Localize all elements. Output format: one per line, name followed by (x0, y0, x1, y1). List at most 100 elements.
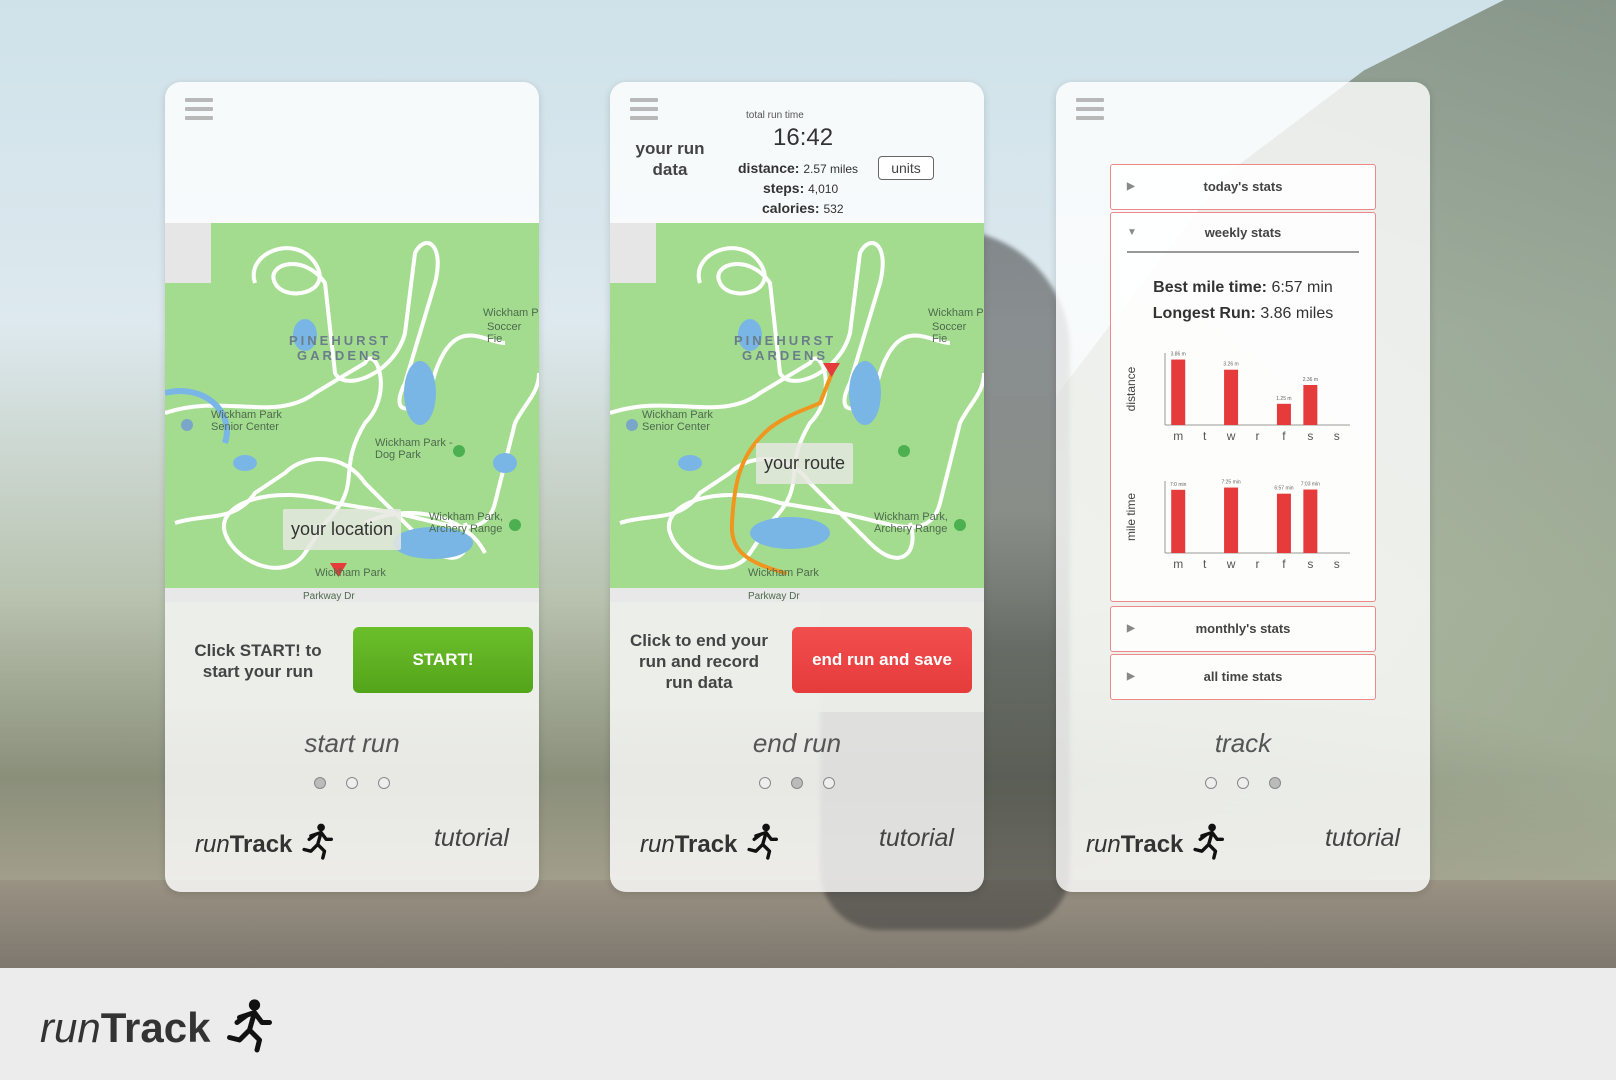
x-tick-label: s (1334, 557, 1340, 571)
phone-end-run: your run data total run time 16:42 dista… (610, 82, 984, 892)
expand-arrow-icon: ▶ (1127, 623, 1135, 634)
page-dot[interactable] (791, 777, 803, 789)
chart-bar (1224, 369, 1239, 425)
runner-icon (302, 823, 334, 860)
start-button[interactable]: START! (353, 627, 533, 693)
map-label-dog-park: Wickham Park - Dog Park (375, 437, 453, 461)
tutorial-link[interactable]: tutorial (879, 824, 954, 853)
x-tick-label: f (1282, 429, 1286, 443)
bar-data-label: 7:0 min (1170, 482, 1187, 488)
map-bubble-your-route: your route (756, 443, 854, 484)
section-title: monthly's stats (1195, 621, 1291, 636)
x-tick-label: w (1226, 429, 1236, 443)
map-label-archery-range: Wickham Park, Archery Range (874, 511, 948, 535)
map-label-parkway-dr: Parkway Dr (748, 591, 800, 602)
accordion-all-time-stats[interactable]: ▶ all time stats (1110, 654, 1376, 700)
section-title: today's stats (1203, 179, 1283, 194)
bar-data-label: 6:57 min (1274, 486, 1293, 492)
accordion-monthly-stats[interactable]: ▶ monthly's stats (1110, 606, 1376, 652)
x-tick-label: t (1203, 557, 1207, 571)
y-axis-label: distance (1125, 366, 1138, 411)
map-view[interactable]: PINEHURST GARDENS Wickham Park Senior Cen… (165, 223, 539, 603)
chart-bar (1171, 489, 1186, 553)
screen-caption: track (1214, 728, 1272, 758)
brand-logo: runTrack (195, 822, 334, 860)
screen-caption: start run (304, 728, 400, 758)
section-title: weekly stats (1204, 225, 1282, 240)
distance-chart: distance 3.86 m m t 3.26 m w r 1.25 m f 2.36 m s s (1125, 352, 1350, 443)
phone-track: ▶ today's stats ▼ weekly stats Best mile t… (1056, 82, 1430, 892)
bar-data-label: 7:25 min (1221, 480, 1240, 486)
x-tick-label: s (1307, 557, 1313, 571)
x-tick-label: r (1256, 429, 1260, 443)
map-label-soccer: Soccer Fie (487, 321, 522, 345)
accordion-today-stats[interactable]: ▶ today's stats (1110, 164, 1376, 210)
tutorial-link[interactable]: tutorial (434, 824, 509, 853)
runner-icon (1193, 823, 1225, 860)
runner-icon (747, 823, 779, 860)
accordion-weekly-stats[interactable]: ▼ weekly stats Best mile time: 6:57 min L… (1110, 212, 1376, 602)
expand-arrow-icon: ▶ (1127, 181, 1135, 192)
bar-data-label: 7:03 min (1301, 482, 1320, 488)
page-dot[interactable] (378, 777, 390, 789)
page-dot[interactable] (1269, 777, 1281, 789)
park-name: PINEHURST GARDENS (734, 333, 837, 363)
calories-metric: calories: 532 (762, 200, 844, 216)
map-bubble-your-location: your location (283, 509, 402, 550)
map-label-senior-center: Wickham Park Senior Center (211, 409, 282, 433)
menu-icon[interactable] (630, 98, 658, 124)
map-label-senior-center: Wickham Park Senior Center (642, 409, 713, 433)
tutorial-link[interactable]: tutorial (1325, 824, 1400, 853)
mile-time-chart: mile time 7:0 min m t 7:25 min w r 6:57 min f 7:0… (1125, 480, 1350, 571)
page-indicator (1056, 776, 1430, 794)
x-tick-label: t (1203, 429, 1207, 443)
collapse-arrow-icon: ▼ (1127, 227, 1137, 238)
end-instruction: Click to end your run and record run dat… (630, 631, 768, 692)
total-run-time-label: total run time (746, 110, 804, 121)
page-dot[interactable] (1205, 777, 1217, 789)
chart-bar (1276, 493, 1291, 553)
map-label-parkway-dr: Parkway Dr (303, 591, 355, 602)
y-axis-label: mile time (1125, 493, 1138, 541)
park-name: PINEHURST GARDENS (289, 333, 392, 363)
bar-data-label: 2.36 m (1303, 377, 1318, 383)
menu-icon[interactable] (1076, 98, 1104, 124)
page-dot[interactable] (759, 777, 771, 789)
longest-run-stat: Longest Run: 3.86 miles (1152, 305, 1334, 322)
bar-data-label: 3.86 m (1171, 352, 1186, 358)
brand-logo: runTrack (640, 822, 779, 860)
bar-data-label: 3.26 m (1223, 362, 1238, 368)
phone-start-run: PINEHURST GARDENS Wickham Park Senior Cen… (165, 82, 539, 892)
chart-bar (1171, 359, 1186, 425)
map-label-wickham-park: Wickham Park (315, 567, 386, 579)
page-indicator (610, 776, 984, 794)
screen-caption: end run (752, 728, 842, 758)
x-tick-label: s (1334, 429, 1340, 443)
distance-metric: distance: 2.57 miles (738, 160, 859, 176)
map-label-archery-range: Wickham Park, Archery Range (429, 511, 503, 535)
menu-icon[interactable] (185, 98, 213, 124)
x-tick-label: r (1256, 557, 1260, 571)
page-dot[interactable] (314, 777, 326, 789)
x-tick-label: f (1282, 557, 1286, 571)
background-road (0, 880, 1616, 970)
expand-arrow-icon: ▶ (1127, 671, 1135, 682)
section-title: all time stats (1203, 669, 1283, 684)
map-view[interactable]: PINEHURST GARDENS Wickham Park Senior Cen… (610, 223, 984, 603)
steps-metric: steps: 4,010 (763, 180, 839, 196)
page-indicator (165, 776, 539, 794)
chart-bar (1303, 489, 1318, 553)
bar-data-label: 1.25 m (1276, 396, 1291, 402)
map-label-wickham-park: Wickham Park (748, 567, 819, 579)
page-dot[interactable] (346, 777, 358, 789)
units-button[interactable]: units (878, 156, 934, 180)
end-run-button[interactable]: end run and save (792, 627, 972, 693)
x-tick-label: m (1173, 429, 1183, 443)
x-tick-label: m (1173, 557, 1183, 571)
map-label-soccer: Soccer Fie (932, 321, 967, 345)
brand-logo: runTrack (1086, 822, 1225, 860)
map-label-wickham-p: Wickham P (928, 307, 984, 319)
page-dot[interactable] (1237, 777, 1249, 789)
footer-brand-logo: runTrack (40, 996, 273, 1054)
page-dot[interactable] (823, 777, 835, 789)
